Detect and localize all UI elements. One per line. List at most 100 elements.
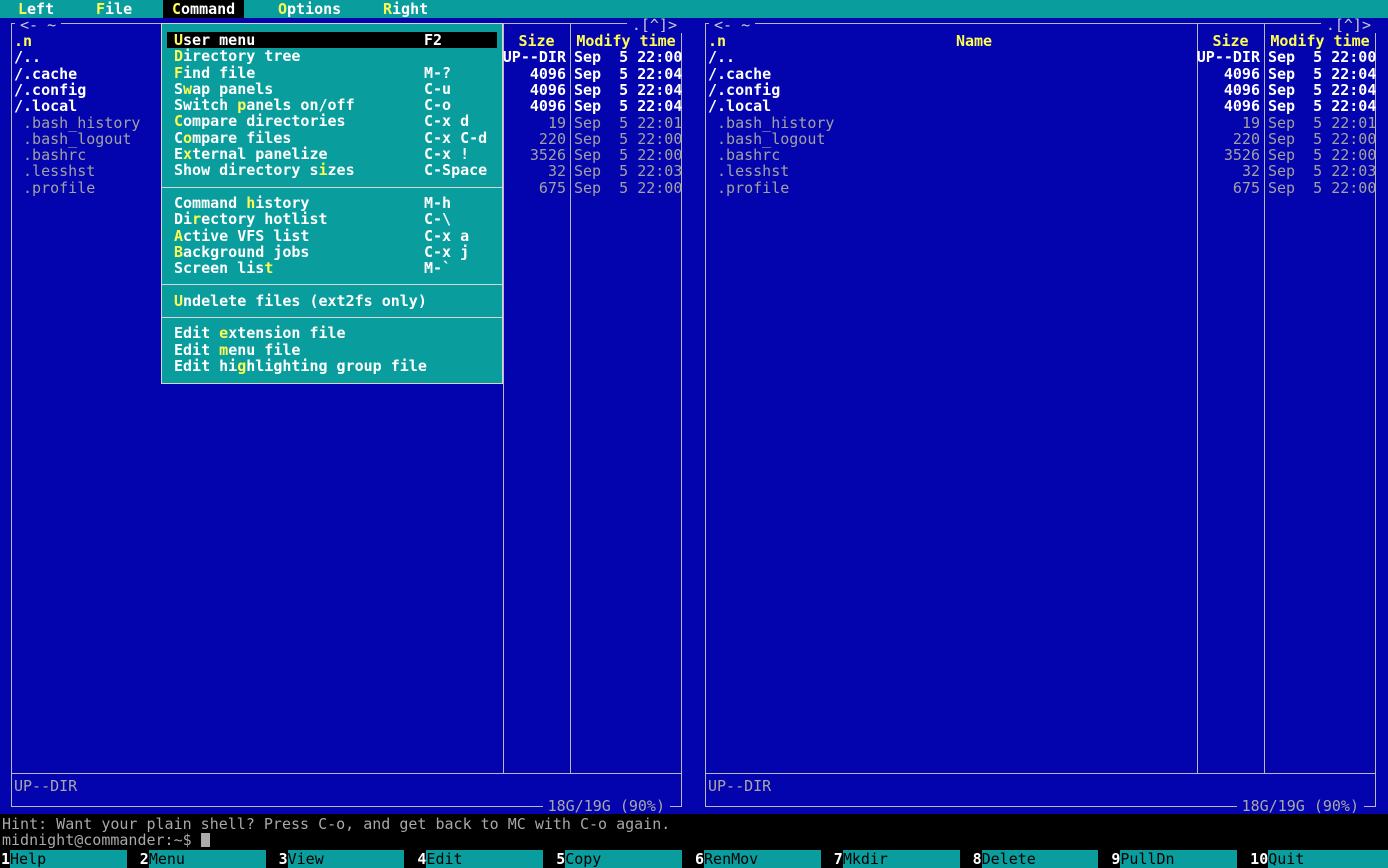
menu-item-shortcut: C-x j: [424, 244, 469, 260]
file-row[interactable]: .profile675Sep 5 22:00: [694, 180, 1388, 196]
cursor-block: [201, 833, 210, 847]
menubar-item-right[interactable]: Right: [374, 0, 437, 18]
file-name: /.local: [708, 98, 771, 114]
file-name: .bash_logout: [708, 131, 825, 147]
mc-screen: Left File Command Options Right <- ~ .[^]> .…: [0, 0, 1388, 868]
fkey-quit[interactable]: 10Quit: [1249, 850, 1388, 868]
menubar-item-command[interactable]: Command: [163, 0, 244, 18]
hotkey-letter: e: [219, 324, 228, 342]
fkey-view[interactable]: 3View: [278, 850, 417, 868]
menu-item-external-panelize[interactable]: External panelizeC-x !: [162, 146, 502, 162]
fkey-renmov[interactable]: 6RenMov: [694, 850, 833, 868]
menubar-item-options[interactable]: Options: [269, 0, 350, 18]
fkey-delete[interactable]: 8Delete: [972, 850, 1111, 868]
fkey-number: 2: [139, 850, 149, 868]
file-size: 4096: [1194, 66, 1260, 82]
fkey-number: 10: [1249, 850, 1268, 868]
hotkey-letter: D: [174, 47, 183, 65]
hotkey-letter: i: [319, 161, 328, 179]
panel-corner-buttons[interactable]: .[^]>: [627, 18, 682, 33]
hotkey-letter: t: [264, 259, 273, 277]
file-mtime: Sep 5 22:01: [574, 115, 682, 131]
label-text: zes: [328, 161, 355, 179]
menubar-item-file[interactable]: File: [87, 0, 141, 18]
file-size: 19: [500, 115, 566, 131]
fkey-menu[interactable]: 2Menu: [139, 850, 278, 868]
fkey-label: Menu: [149, 850, 266, 868]
menu-item-shortcut: C-o: [424, 97, 451, 113]
hotkey-letter: C: [172, 0, 181, 18]
menu-item-command-history[interactable]: Command historyM-h: [162, 195, 502, 211]
hotkey-letter: A: [174, 227, 183, 245]
menu-item-edit-highlighting-group-file[interactable]: Edit highlighting group file: [162, 358, 502, 374]
panel-path[interactable]: <- ~: [709, 18, 755, 33]
file-row[interactable]: /.cache4096Sep 5 22:04: [694, 66, 1388, 82]
menu-item-swap-panels[interactable]: Swap panelsC-u: [162, 81, 502, 97]
fkey-help[interactable]: 1Help: [0, 850, 139, 868]
menu-item-edit-extension-file[interactable]: Edit extension file: [162, 325, 502, 341]
fkey-number: 4: [416, 850, 426, 868]
menu-item-background-jobs[interactable]: Background jobsC-x j: [162, 244, 502, 260]
hotkey-letter: R: [383, 0, 392, 18]
file-size: 220: [500, 131, 566, 147]
file-mtime: Sep 5 22:00: [574, 147, 682, 163]
label-text: ectory hotlist: [201, 210, 327, 228]
fkey-number: 5: [555, 850, 565, 868]
label-text: Edit: [174, 324, 219, 342]
menu-item-shortcut: C-u: [424, 81, 451, 97]
file-size: 19: [1194, 115, 1260, 131]
file-mtime: Sep 5 22:00: [1268, 147, 1376, 163]
label-text: hlighting group file: [246, 357, 427, 375]
menu-item-active-vfs-list[interactable]: Active VFS listC-x a: [162, 228, 502, 244]
menu-item-find-file[interactable]: Find fileM-?: [162, 65, 502, 81]
shell-prompt[interactable]: midnight@commander:~$: [2, 832, 210, 848]
fkey-number: 9: [1110, 850, 1120, 868]
menu-item-directory-hotlist[interactable]: Directory hotlistC-\: [162, 211, 502, 227]
menu-item-compare-directories[interactable]: Compare directoriesC-x d: [162, 113, 502, 129]
right-panel: <- ~ .[^]> .n Name Size Modify time /..U…: [694, 18, 1388, 814]
file-row[interactable]: .lesshst32Sep 5 22:03: [694, 163, 1388, 179]
fkey-mkdir[interactable]: 7Mkdir: [833, 850, 972, 868]
file-size: 32: [1194, 163, 1260, 179]
fkey-edit[interactable]: 4Edit: [416, 850, 555, 868]
file-row[interactable]: .bashrc3526Sep 5 22:00: [694, 147, 1388, 163]
fkey-number: 6: [694, 850, 704, 868]
menu-item-screen-list[interactable]: Screen listM-`: [162, 260, 502, 276]
file-mtime: Sep 5 22:04: [1268, 98, 1376, 114]
mini-status: UP--DIR: [708, 778, 771, 794]
menu-item-user-menu[interactable]: User menuF2: [162, 32, 502, 48]
panel-corner-buttons[interactable]: .[^]>: [1321, 18, 1376, 33]
file-size: 4096: [1194, 82, 1260, 98]
panel-path[interactable]: <- ~: [15, 18, 61, 33]
menu-item-shortcut: C-x a: [424, 228, 469, 244]
menu-item-edit-menu-file[interactable]: Edit menu file: [162, 342, 502, 358]
label-text: ndelete files (ext2fs only): [183, 292, 427, 310]
menu-item-show-directory-sizes[interactable]: Show directory sizesC-Space: [162, 162, 502, 178]
file-row[interactable]: /.local4096Sep 5 22:04: [694, 98, 1388, 114]
file-row[interactable]: /.config4096Sep 5 22:04: [694, 82, 1388, 98]
file-row[interactable]: .bash_logout220Sep 5 22:00: [694, 131, 1388, 147]
menu-item-undelete-files[interactable]: Undelete files (ext2fs only): [162, 293, 502, 309]
hotkey-letter: g: [237, 357, 246, 375]
file-list: /..UP--DIRSep 5 22:00/.cache4096Sep 5 22…: [694, 18, 1388, 814]
file-mtime: Sep 5 22:04: [574, 82, 682, 98]
menu-item-directory-tree[interactable]: Directory tree: [162, 48, 502, 64]
free-space: 18G/19G (90%): [1237, 798, 1364, 814]
free-space: 18G/19G (90%): [543, 798, 670, 814]
file-row[interactable]: .bash_history19Sep 5 22:01: [694, 115, 1388, 131]
file-name: .lesshst: [708, 163, 789, 179]
label-text: Show directory s: [174, 161, 319, 179]
label-text: Edit: [174, 341, 219, 359]
file-row[interactable]: /..UP--DIRSep 5 22:00: [694, 49, 1388, 65]
file-mtime: Sep 5 22:00: [574, 180, 682, 196]
menubar-item-left[interactable]: Left: [9, 0, 63, 18]
label-text: ompare directories: [183, 112, 346, 130]
fkey-label: RenMov: [704, 850, 821, 868]
fkey-copy[interactable]: 5Copy: [555, 850, 694, 868]
file-size: 675: [1194, 180, 1260, 196]
label-text: Di: [174, 210, 192, 228]
menu-item-compare-files[interactable]: Compare filesC-x C-d: [162, 130, 502, 146]
fkey-number: 1: [0, 850, 10, 868]
hotkey-letter: r: [192, 210, 201, 228]
fkey-pulldn[interactable]: 9PullDn: [1110, 850, 1249, 868]
